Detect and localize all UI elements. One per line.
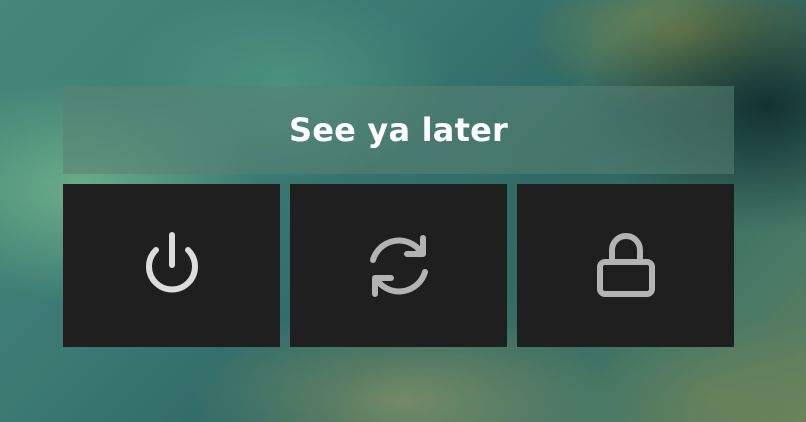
title-bar: See ya later bbox=[63, 86, 734, 174]
lock-icon bbox=[596, 232, 655, 297]
power-icon bbox=[145, 231, 198, 293]
logout-menu: See ya later bbox=[63, 86, 734, 348]
page-title: See ya later bbox=[289, 111, 508, 149]
refresh-icon bbox=[369, 234, 428, 297]
reboot-button[interactable] bbox=[290, 184, 507, 347]
shutdown-button[interactable] bbox=[63, 184, 280, 347]
lock-button[interactable] bbox=[517, 184, 734, 347]
